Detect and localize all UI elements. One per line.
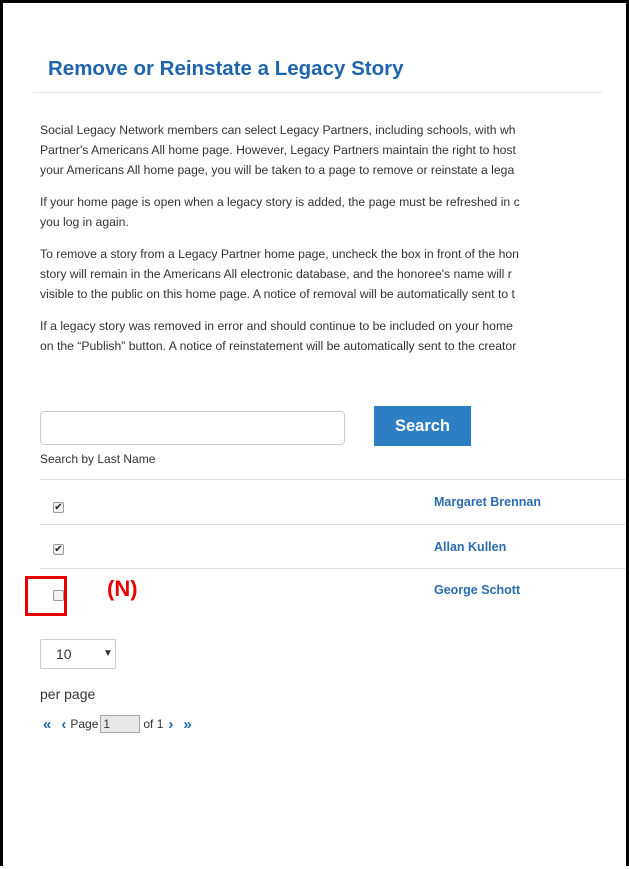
story-checkbox[interactable]: ✔ [53,502,64,513]
remove-paragraph-line: visible to the public on this home page.… [40,287,515,301]
per-page-value: 10 [56,646,72,662]
annotation-label: (N) [107,576,138,601]
reinstate-paragraph-line: on the “Publish” button. A notice of rei… [40,339,517,353]
pagination: « ‹ Page 1 of 1 › » [43,715,192,733]
page-number-input[interactable]: 1 [100,715,141,733]
title-divider [33,92,602,93]
remove-paragraph-line: To remove a story from a Legacy Partner … [40,247,519,261]
last-page-icon[interactable]: » [183,716,191,733]
checkmark-icon: ✔ [54,543,63,555]
intro-paragraph-line: Partner's Americans All home page. Howev… [40,143,516,157]
search-button[interactable]: Search [374,406,471,446]
page-title: Remove or Reinstate a Legacy Story [48,57,404,80]
intro-paragraph-line: your Americans All home page, you will b… [40,163,515,177]
highlight-box [25,576,67,616]
page-of-label: of 1 [143,717,164,731]
row-divider [40,568,626,569]
search-caption: Search by Last Name [40,452,156,466]
row-divider [40,479,626,480]
per-page-select[interactable]: 10 ▼ [40,639,116,669]
remove-paragraph-line: story will remain in the Americans All e… [40,267,512,281]
story-checkbox[interactable]: ✔ [53,544,64,555]
story-name-link[interactable]: Margaret Brennan [434,495,541,509]
checkmark-icon: ✔ [54,501,63,513]
refresh-paragraph-line: you log in again. [40,215,129,229]
reinstate-paragraph-line: If a legacy story was removed in error a… [40,319,513,333]
caret-down-icon: ▼ [103,648,113,659]
first-page-icon[interactable]: « [43,716,51,733]
search-input[interactable] [40,411,345,445]
story-name-link[interactable]: Allan Kullen [434,540,506,554]
row-divider [40,524,626,525]
prev-page-icon[interactable]: ‹ [61,716,66,733]
refresh-paragraph-line: If your home page is open when a legacy … [40,195,520,209]
page-label: Page [70,717,99,731]
intro-paragraph-line: Social Legacy Network members can select… [40,123,516,137]
page-frame: Remove or Reinstate a Legacy Story Socia… [0,0,629,866]
next-page-icon[interactable]: › [168,716,173,733]
per-page-caption: per page [40,686,96,702]
story-name-link[interactable]: George Schott [434,583,520,597]
